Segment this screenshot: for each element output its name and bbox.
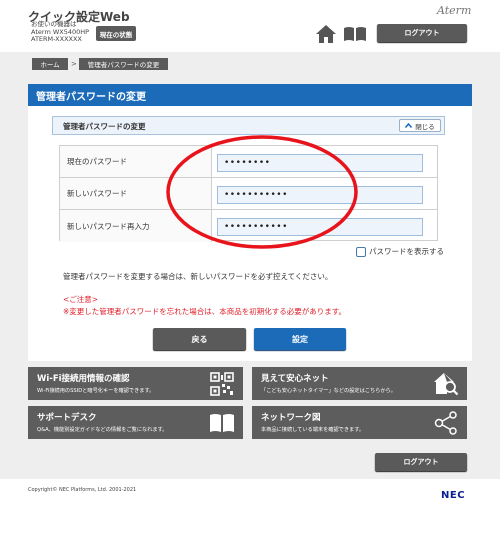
device-name: ATERM-XXXXXX bbox=[31, 35, 82, 43]
new-password-input[interactable]: ••••••••••• bbox=[217, 186, 423, 204]
form-row-current-password: 現在のパスワード •••••••• bbox=[60, 146, 437, 178]
breadcrumb-home[interactable]: ホーム bbox=[32, 58, 68, 70]
book-icon[interactable] bbox=[343, 26, 367, 42]
qr-code-icon bbox=[210, 372, 234, 396]
nec-logo: NEC bbox=[441, 490, 466, 501]
breadcrumb-separator: > bbox=[71, 60, 77, 68]
house-search-icon bbox=[434, 373, 459, 396]
show-password-label: パスワードを表示する bbox=[369, 247, 444, 256]
new-password-label: 新しいパスワード bbox=[60, 178, 212, 209]
home-icon[interactable] bbox=[315, 24, 337, 44]
tile-description: Q&A、機能別設定ガイドなどの情報をご覧になれます。 bbox=[37, 427, 168, 433]
set-button[interactable]: 設定 bbox=[254, 328, 346, 350]
copyright: Copyright© NEC Platforms, Ltd. 2001-2021 bbox=[28, 487, 137, 493]
tile-network-map[interactable]: ネットワーク図 本商品に接続している端末を確認できます。 bbox=[252, 406, 467, 439]
tile-title: Wi-Fi接続用情報の確認 bbox=[37, 374, 130, 384]
network-icon bbox=[434, 411, 457, 435]
collapse-button[interactable]: 閉じる bbox=[399, 119, 441, 132]
breadcrumb-current: 管理者パスワードの変更 bbox=[79, 58, 168, 70]
logout-button-bottom[interactable]: ログアウト bbox=[375, 453, 467, 471]
status-button[interactable]: 現在の状態 bbox=[96, 26, 136, 41]
tile-description: 本商品に接続している端末を確認できます。 bbox=[261, 427, 365, 433]
current-password-input[interactable]: •••••••• bbox=[217, 154, 423, 172]
current-password-label: 現在のパスワード bbox=[60, 146, 212, 177]
caution-heading: <ご注意> bbox=[63, 295, 99, 304]
book-icon bbox=[210, 414, 234, 432]
section-header: 管理者パスワードの変更 bbox=[52, 116, 445, 135]
tile-support-desk[interactable]: サポートデスク Q&A、機能別設定ガイドなどの情報をご覧になれます。 bbox=[28, 406, 243, 439]
tile-mieruanshin-net[interactable]: 見えて安心ネット 「こども安心ネットタイマー」などの設定はこちらから。 bbox=[252, 367, 467, 400]
form-row-confirm-password: 新しいパスワード再入力 ••••••••••• bbox=[60, 210, 437, 242]
confirm-password-label: 新しいパスワード再入力 bbox=[60, 210, 212, 242]
chevron-up-icon bbox=[405, 123, 413, 128]
logout-button[interactable]: ログアウト bbox=[377, 24, 467, 42]
aterm-logo: Aterm bbox=[437, 4, 472, 17]
tile-title: ネットワーク図 bbox=[261, 413, 321, 423]
tile-description: 「こども安心ネットタイマー」などの設定はこちらから。 bbox=[261, 388, 396, 394]
tile-title: サポートデスク bbox=[37, 413, 97, 423]
tile-title: 見えて安心ネット bbox=[261, 374, 329, 384]
device-info: お使いの機器は Aterm WX5400HP ATERM-XXXXXX bbox=[31, 20, 89, 44]
show-password-toggle[interactable]: パスワードを表示する bbox=[356, 246, 444, 257]
section-title: 管理者パスワードの変更 bbox=[63, 122, 146, 131]
tile-wifi-info[interactable]: Wi-Fi接続用情報の確認 Wi-Fi接続用のSSIDと暗号化キーを確認できます… bbox=[28, 367, 243, 400]
page-title: 管理者パスワードの変更 bbox=[28, 84, 472, 106]
caution-text: ※変更した管理者パスワードを忘れた場合は、本商品を初期化する必要があります。 bbox=[63, 307, 347, 316]
tile-description: Wi-Fi接続用のSSIDと暗号化キーを確認できます。 bbox=[37, 388, 155, 394]
password-form: 現在のパスワード •••••••• 新しいパスワード ••••••••••• 新… bbox=[59, 145, 438, 242]
show-password-checkbox[interactable] bbox=[356, 246, 366, 257]
header: クイック設定Web お使いの機器は Aterm WX5400HP ATERM-X… bbox=[0, 0, 500, 46]
back-button[interactable]: 戻る bbox=[153, 328, 246, 350]
confirm-password-input[interactable]: ••••••••••• bbox=[217, 218, 423, 236]
collapse-label: 閉じる bbox=[415, 122, 435, 131]
form-row-new-password: 新しいパスワード ••••••••••• bbox=[60, 178, 437, 210]
note-text: 管理者パスワードを変更する場合は、新しいパスワードを必ず控えてください。 bbox=[63, 272, 333, 281]
